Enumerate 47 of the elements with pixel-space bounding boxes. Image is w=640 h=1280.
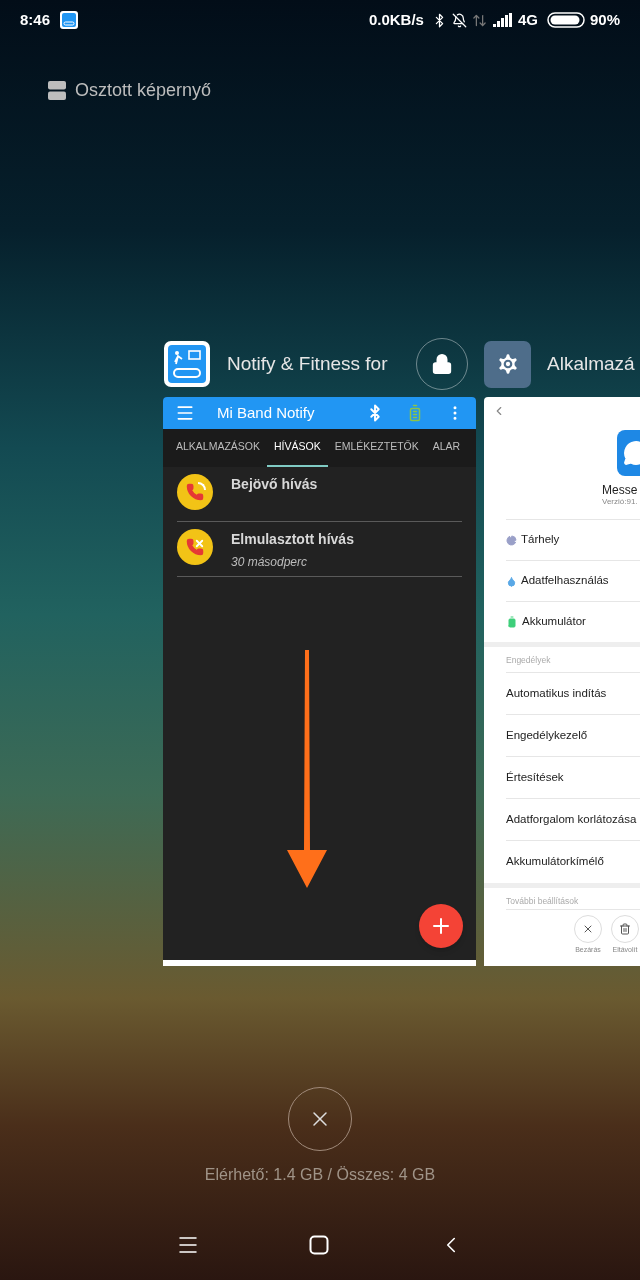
missed-call-icon — [177, 529, 213, 565]
settings-item[interactable]: Akkumulátorkímélő — [506, 853, 604, 871]
settings-item[interactable]: Tárhely — [521, 531, 560, 549]
lock-icon — [431, 353, 453, 375]
clock: 8:46 — [20, 9, 51, 30]
app-icon — [163, 340, 211, 388]
network-type: 4G — [517, 9, 538, 30]
settings-item[interactable]: Adatfelhasználás — [521, 572, 609, 590]
data-arrows-icon — [471, 12, 487, 28]
add-button[interactable] — [419, 904, 463, 948]
app-version: Verzió:91. — [602, 497, 639, 507]
split-screen-icon[interactable] — [48, 80, 66, 100]
battery-icon — [506, 616, 518, 628]
settings-item[interactable]: Engedélykezelő — [506, 726, 588, 745]
droplet-icon — [506, 575, 517, 587]
bell-off-icon — [451, 12, 467, 28]
notification-icon — [60, 11, 79, 29]
battery-percent: 90% — [589, 9, 620, 30]
home-icon[interactable] — [309, 1235, 329, 1255]
app-preview[interactable]: Mi Band Notify ALKALMAZÁSOK HÍVÁSOK EMLÉKEZTETŐK ALAR Bejövő hívás Elmulasztott hívás 30 másodperc — [163, 397, 476, 966]
settings-item[interactable]: Értesítések — [506, 768, 564, 787]
app-title: Notify & Fitness for — [227, 351, 389, 376]
tab[interactable]: ALAR — [425, 429, 468, 467]
settings-icon — [484, 340, 531, 388]
settings-item[interactable]: Adatforgalom korlátozása — [506, 810, 637, 829]
battery-icon — [546, 12, 585, 28]
signal-icon — [492, 13, 513, 27]
close-icon — [582, 923, 594, 935]
app-title: Alkalmazá — [547, 351, 635, 376]
app-title: Mi Band Notify — [217, 402, 316, 423]
list-item-title[interactable]: Bejövő hívás — [231, 474, 318, 495]
split-screen-label[interactable]: Osztott képernyő — [75, 76, 212, 104]
settings-item[interactable]: Akkumulátor — [522, 613, 586, 631]
tab[interactable]: ALKALMAZÁSOK — [169, 429, 268, 467]
app-name: Messe — [602, 483, 639, 497]
memory-info: Elérhető: 1.4 GB / Összes: 4 GB — [204, 1165, 436, 1185]
section-header: Engedélyek — [506, 647, 640, 673]
incoming-call-icon — [177, 474, 213, 510]
settings-item[interactable]: Automatikus indítás — [506, 684, 607, 703]
tab[interactable]: EMLÉKEZTETŐK — [327, 429, 426, 467]
section-header: További beállítások — [506, 888, 640, 910]
net-speed: 0.0KB/s — [368, 9, 424, 30]
pie-chart-icon — [506, 534, 517, 546]
trash-icon — [619, 923, 631, 935]
list-item-subtitle: 30 másodperc — [231, 554, 309, 571]
tab[interactable]: HÍVÁSOK — [267, 429, 328, 467]
list-item-title[interactable]: Elmulasztott hívás — [231, 529, 354, 550]
